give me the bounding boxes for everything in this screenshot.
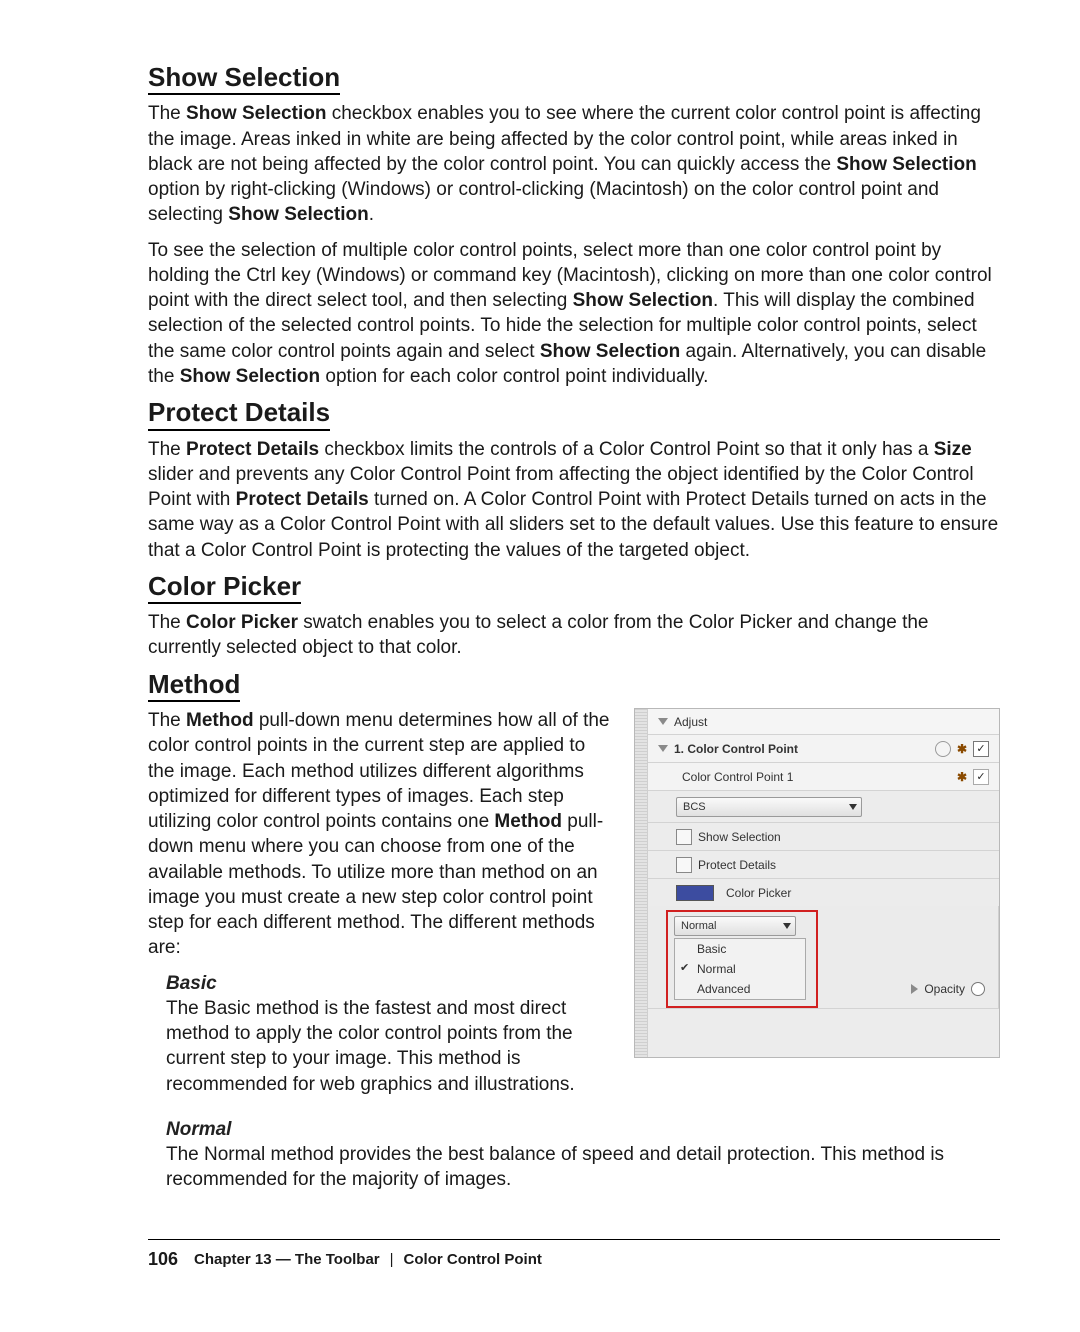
protect-details-checkbox <box>676 857 692 873</box>
expand-icon <box>911 984 918 994</box>
mode-select-value: BCS <box>683 801 706 813</box>
heading-show-selection: Show Selection <box>148 64 340 95</box>
highlight-box: Normal Basic Normal Advanced <box>666 910 818 1008</box>
page-number: 106 <box>148 1248 178 1272</box>
para-color-picker: The Color Picker swatch enables you to s… <box>148 610 1000 661</box>
show-selection-label: Show Selection <box>698 830 781 844</box>
color-swatch <box>676 885 714 901</box>
text: The <box>148 103 186 124</box>
footer-topic: Color Control Point <box>404 1250 542 1270</box>
bold-text: Method <box>494 811 562 832</box>
show-selection-row: Show Selection <box>648 822 999 850</box>
delete-icon: ✱ <box>957 742 967 756</box>
method-select: Normal <box>674 916 796 936</box>
method-select-value: Normal <box>681 920 716 932</box>
dropdown-item-normal: Normal <box>675 959 805 979</box>
page-footer: 106 Chapter 13 — The Toolbar | Color Con… <box>148 1248 1000 1272</box>
panel-grip <box>635 709 648 1057</box>
para-basic: The Basic method is the fastest and most… <box>166 996 612 1097</box>
bold-text: Show Selection <box>573 290 713 311</box>
color-picker-label: Color Picker <box>726 886 791 900</box>
protect-details-label: Protect Details <box>698 858 776 872</box>
bold-text: Method <box>186 710 254 731</box>
footer-rule <box>148 1239 1000 1240</box>
footer-separator: | <box>390 1250 394 1270</box>
dropdown-item-advanced: Advanced <box>675 979 805 999</box>
subhead-basic: Basic <box>166 971 612 996</box>
enable-checkbox <box>973 741 989 757</box>
bold-text: Show Selection <box>228 204 368 225</box>
para-show-selection-1: The Show Selection checkbox enables you … <box>148 101 1000 227</box>
sub-normal: Normal The Normal method provides the be… <box>166 1117 1000 1193</box>
mode-select: BCS <box>676 797 862 817</box>
text: . <box>369 204 374 225</box>
dropdown-item-basic: Basic <box>675 939 805 959</box>
delete-icon: ✱ <box>957 770 967 784</box>
text: option for each color control point indi… <box>320 366 708 387</box>
ccp-item-label: Color Control Point 1 <box>682 770 793 784</box>
panel-title: Adjust <box>674 715 707 729</box>
text: The <box>148 612 186 633</box>
color-picker-row: Color Picker <box>648 878 999 906</box>
bold-text: Show Selection <box>186 103 326 124</box>
bold-text: Show Selection <box>540 341 680 362</box>
bold-text: Size <box>934 439 972 460</box>
sub-basic: Basic The Basic method is the fastest an… <box>166 971 612 1097</box>
subhead-normal: Normal <box>166 1117 1000 1142</box>
circle-icon <box>935 741 951 757</box>
ccp-header-row: 1. Color Control Point ✱ <box>648 734 999 762</box>
bold-text: Show Selection <box>836 154 976 175</box>
opacity-radio <box>971 982 985 996</box>
heading-method: Method <box>148 671 240 702</box>
collapse-icon <box>658 745 668 752</box>
panel-header: Adjust <box>648 709 999 734</box>
heading-protect-details: Protect Details <box>148 399 330 430</box>
bold-text: Color Picker <box>186 612 298 633</box>
show-selection-checkbox <box>676 829 692 845</box>
para-protect-details: The Protect Details checkbox limits the … <box>148 437 1000 563</box>
text: The <box>148 439 186 460</box>
protect-details-row: Protect Details <box>648 850 999 878</box>
para-method-intro: The Method pull-down menu determines how… <box>148 708 612 961</box>
ccp-header: 1. Color Control Point <box>674 742 798 756</box>
bold-text: Show Selection <box>180 366 320 387</box>
heading-color-picker: Color Picker <box>148 573 301 604</box>
para-show-selection-2: To see the selection of multiple color c… <box>148 238 1000 390</box>
ccp-item-row: Color Control Point 1 ✱ <box>648 762 999 790</box>
opacity-row: Opacity <box>818 976 999 1002</box>
footer-chapter: Chapter 13 — The Toolbar <box>194 1250 380 1270</box>
para-normal: The Normal method provides the best bala… <box>166 1142 1000 1193</box>
opacity-label: Opacity <box>924 982 965 996</box>
adjust-panel-figure: Adjust 1. Color Control Point ✱ <box>634 708 1000 1058</box>
method-dropdown: Basic Normal Advanced <box>674 938 806 1000</box>
bold-text: Protect Details <box>236 489 369 510</box>
text: The <box>148 710 186 731</box>
enable-checkbox <box>973 769 989 785</box>
mode-select-row: BCS <box>648 790 999 822</box>
text: checkbox limits the controls of a Color … <box>319 439 934 460</box>
bold-text: Protect Details <box>186 439 319 460</box>
text: pull-down menu where you can choose from… <box>148 811 603 958</box>
collapse-icon <box>658 718 668 725</box>
